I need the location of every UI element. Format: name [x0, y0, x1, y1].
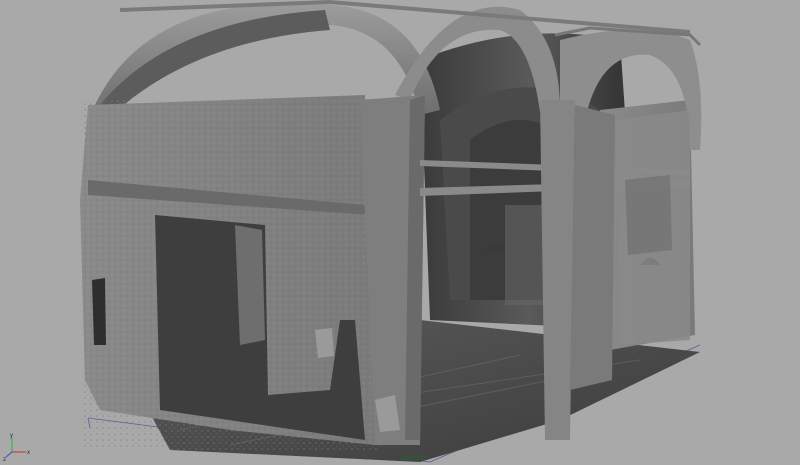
axis-gizmo-icon: y x z: [3, 433, 30, 462]
camera-name-label: persp: [402, 455, 426, 463]
axis-y-label: y: [10, 433, 13, 439]
axis-z-label: z: [3, 457, 6, 462]
axis-x-label: x: [27, 450, 30, 456]
scanned-architecture-model: [80, 0, 702, 463]
3d-viewport[interactable]: y x z persp: [0, 0, 800, 465]
middle-pier: [540, 100, 575, 440]
